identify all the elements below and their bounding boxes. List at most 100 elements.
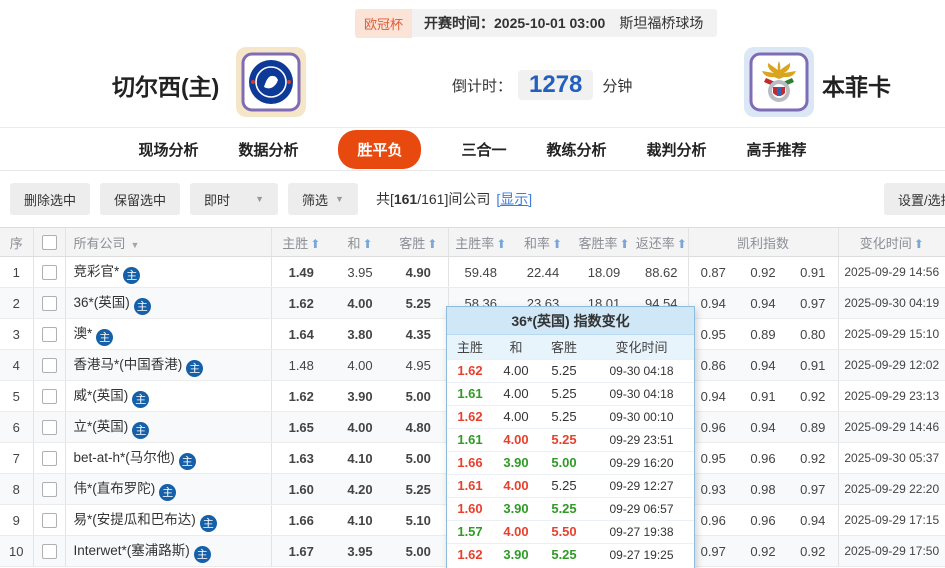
home-page-badge-icon: 主 [133,297,151,315]
tab-three-in-one[interactable]: 三合一 [461,139,506,160]
away-odds-cell[interactable]: 4.95 [389,349,448,381]
header-away-rate[interactable]: 客胜率 ⬆ [573,227,635,257]
company-cell[interactable]: 立*(英国) 主 [64,411,271,443]
tab-live-analysis[interactable]: 现场分析 [138,139,198,160]
company-cell[interactable]: 威*(英国) 主 [64,380,271,412]
home-odds-cell[interactable]: 1.62 [270,380,331,412]
away-odds-cell[interactable]: 5.25 [389,473,448,505]
away-odds-cell[interactable]: 5.00 [389,442,448,474]
row-checkbox[interactable] [41,265,57,281]
company-cell[interactable]: bet-at-h*(马尔他) 主 [64,442,271,474]
company-name: bet-at-h*(马尔他) [73,450,175,466]
header-home-odds[interactable]: 主胜 ⬆ [270,227,331,257]
home-odds-cell[interactable]: 1.60 [270,473,331,505]
popup-history-row: 1.62 4.00 5.25 09-30 00:10 [447,404,694,428]
row-checkbox-cell [32,504,65,536]
away-odds-cell[interactable]: 4.90 [389,256,448,288]
company-cell[interactable]: 香港马*(中国香港) 主 [64,349,271,381]
draw-odds-cell[interactable]: 3.80 [331,318,389,350]
tab-win-draw-loss[interactable]: 胜平负 [338,129,422,169]
header-home-rate[interactable]: 主胜率 ⬆ [447,227,513,257]
popup-draw-odds: 3.90 [493,496,539,520]
tab-referee-analysis[interactable]: 裁判分析 [647,139,707,160]
settings-button[interactable]: 设置/选择 [884,183,945,215]
popup-column-header: 客胜 [539,335,589,359]
draw-odds-cell[interactable]: 4.00 [331,349,389,381]
away-odds-cell[interactable]: 4.80 [389,411,448,443]
row-checkbox[interactable] [41,389,57,405]
header-change-time[interactable]: 变化时间 ⬆ [837,227,945,257]
draw-odds-cell[interactable]: 4.20 [331,473,389,505]
away-odds-cell[interactable]: 5.25 [389,287,448,319]
popup-history-row: 1.61 4.00 5.25 09-30 04:18 [447,381,694,405]
kelly-cell: 0.92 [788,535,838,567]
select-all-checkbox[interactable] [41,235,57,251]
row-index: 1 [0,256,33,288]
row-checkbox[interactable] [41,327,57,343]
draw-odds-cell[interactable]: 4.00 [331,411,389,443]
draw-odds-cell[interactable]: 3.95 [331,256,389,288]
company-cell[interactable]: Interwet*(塞浦路斯) 主 [64,535,271,567]
countdown-value: 1278 [518,70,594,100]
home-odds-cell[interactable]: 1.66 [270,504,331,536]
draw-odds-cell[interactable]: 3.90 [331,380,389,412]
popup-away-odds: 5.25 [539,358,589,382]
tab-data-analysis[interactable]: 数据分析 [238,139,298,160]
home-odds-cell[interactable]: 1.64 [270,318,331,350]
row-checkbox[interactable] [41,358,57,374]
home-page-badge-icon: 主 [132,421,150,439]
home-odds-cell[interactable]: 1.48 [270,349,331,381]
home-odds-cell[interactable]: 1.62 [270,287,331,319]
away-odds-cell[interactable]: 5.00 [389,535,448,567]
row-checkbox[interactable] [41,513,57,529]
header-payout-rate[interactable]: 返还率 ⬆ [635,227,688,257]
row-checkbox[interactable] [41,482,57,498]
home-page-badge-icon: 主 [193,545,211,563]
draw-rate-cell: 22.44 [513,256,573,288]
draw-odds-cell[interactable]: 4.10 [331,504,389,536]
home-odds-cell[interactable]: 1.65 [270,411,331,443]
kelly-cell: 0.80 [788,318,838,350]
header-away-odds[interactable]: 客胜 ⬆ [389,227,448,257]
draw-odds-cell[interactable]: 3.95 [331,535,389,567]
home-odds-cell[interactable]: 1.67 [270,535,331,567]
away-odds-cell[interactable]: 5.00 [389,380,448,412]
home-page-badge-icon: 主 [123,266,141,284]
kelly-cell: 0.91 [788,349,838,381]
popup-history-row: 1.61 4.00 5.25 09-29 12:27 [447,473,694,497]
row-checkbox[interactable] [41,544,57,560]
popup-draw-odds: 4.00 [493,358,539,382]
draw-odds-cell[interactable]: 4.00 [331,287,389,319]
draw-odds-cell[interactable]: 4.10 [331,442,389,474]
company-cell[interactable]: 竞彩官* 主 [64,256,271,288]
keep-selected-button[interactable]: 保留选中 [100,183,181,215]
row-checkbox[interactable] [41,451,57,467]
row-index: 4 [0,349,33,381]
home-odds-cell[interactable]: 1.63 [270,442,331,474]
tab-expert-picks[interactable]: 高手推荐 [747,139,807,160]
show-link[interactable]: [显示] [496,189,532,209]
company-cell[interactable]: 易*(安提瓜和巴布达) 主 [64,504,271,536]
popup-home-odds: 1.57 [447,519,493,543]
instant-dropdown[interactable]: 即时 ▼ [190,183,279,215]
home-team-logo [236,47,306,117]
header-draw-odds[interactable]: 和 ⬆ [331,227,389,257]
row-checkbox[interactable] [41,420,57,436]
away-odds-cell[interactable]: 5.10 [389,504,448,536]
home-odds-cell[interactable]: 1.49 [270,256,331,288]
home-page-badge-icon: 主 [159,483,177,501]
popup-change-time: 09-30 00:10 [589,404,694,428]
company-cell[interactable]: 伟*(直布罗陀) 主 [64,473,271,505]
company-cell[interactable]: 澳* 主 [64,318,271,350]
kelly-cell: 0.89 [738,318,788,350]
filter-dropdown[interactable]: 筛选 ▼ [288,183,358,215]
tab-coach-analysis[interactable]: 教练分析 [547,139,607,160]
away-odds-cell[interactable]: 4.35 [389,318,448,350]
header-company[interactable]: 所有公司 ▼ [64,227,271,257]
company-cell[interactable]: 36*(英国) 主 [64,287,271,319]
popup-change-time: 09-27 19:25 [589,542,694,566]
delete-selected-button[interactable]: 删除选中 [10,183,91,215]
row-checkbox[interactable] [41,296,57,312]
company-name: 伟*(直布罗陀) [73,481,156,497]
header-draw-rate[interactable]: 和率 ⬆ [513,227,573,257]
